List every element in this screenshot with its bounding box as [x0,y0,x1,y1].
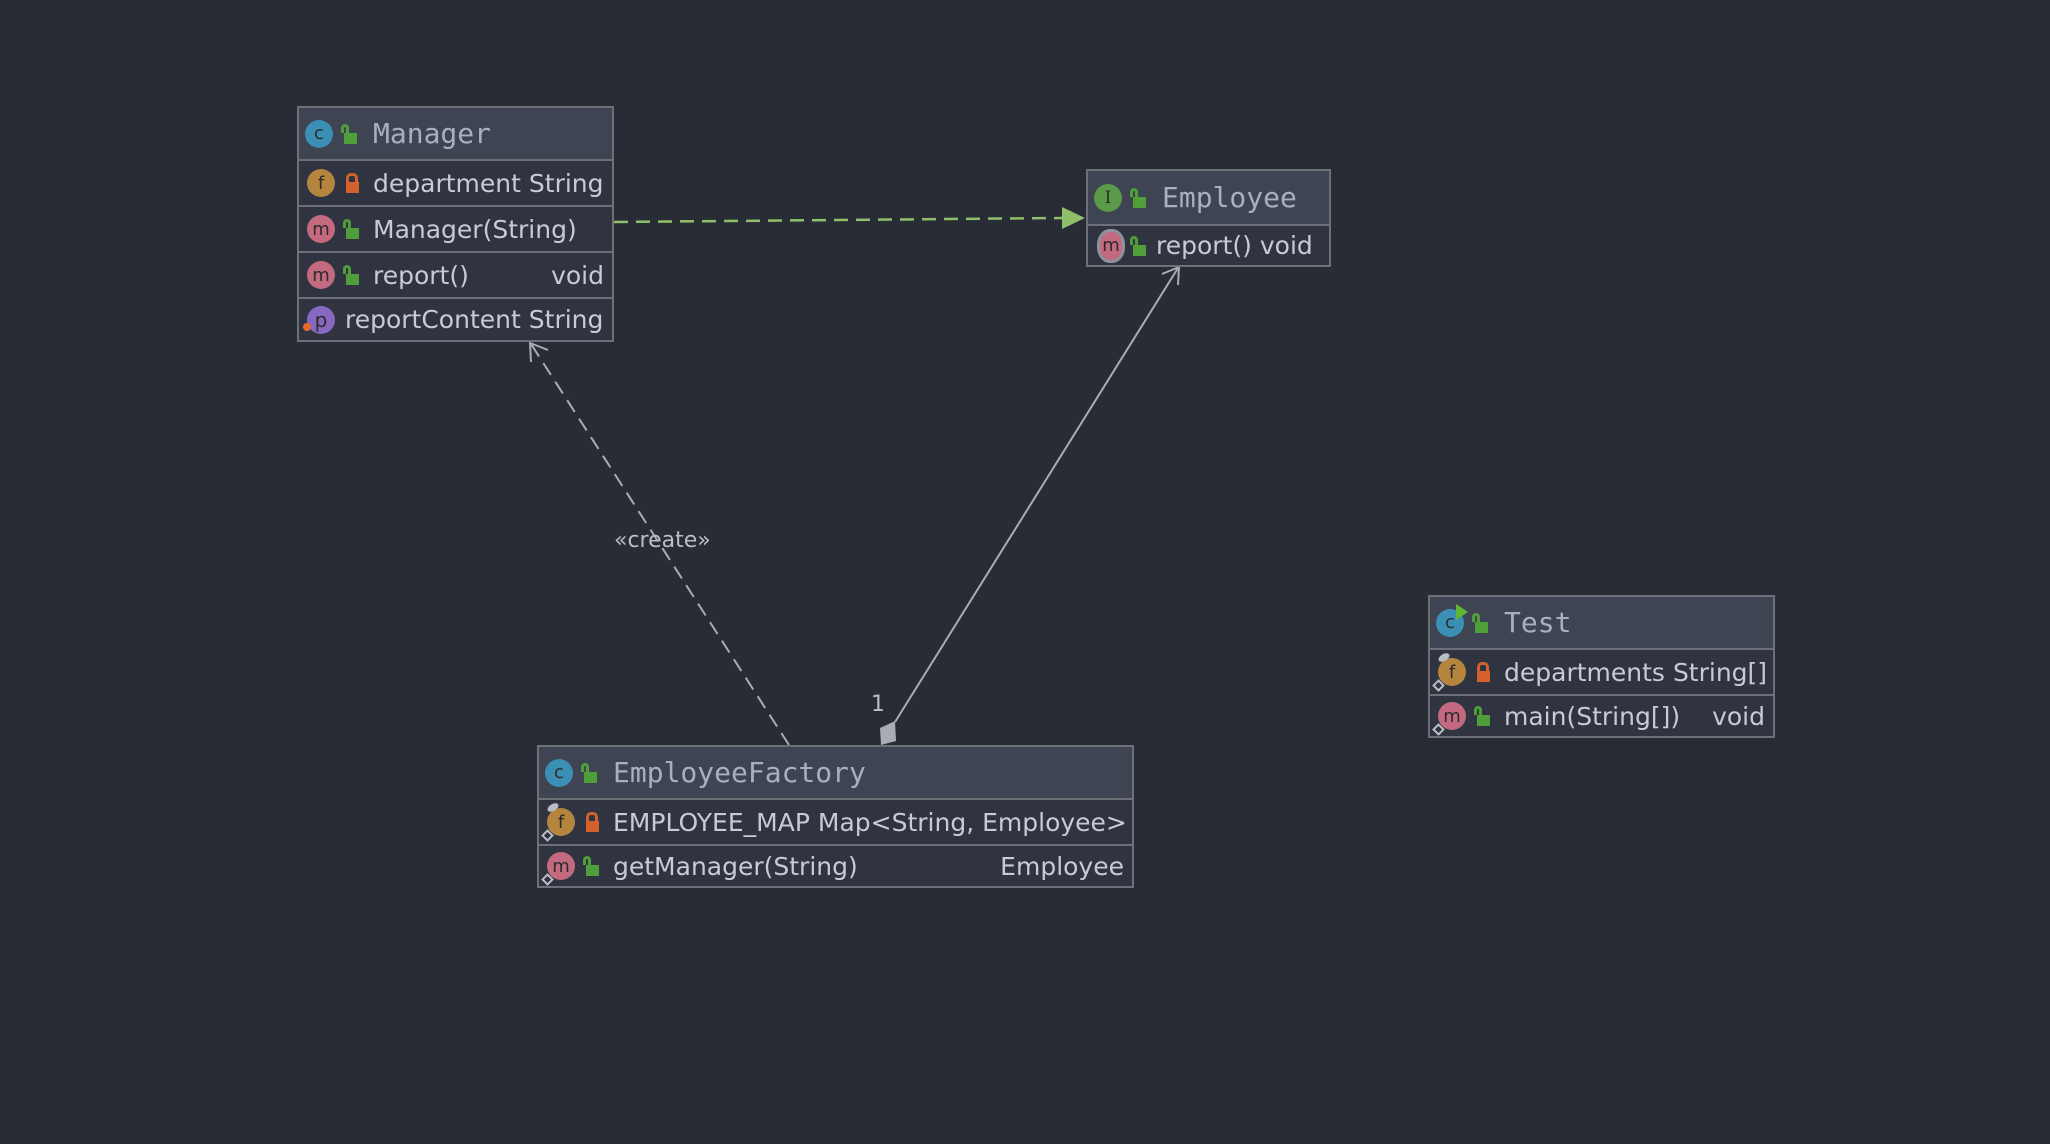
abstract-method-icon: m [1100,231,1122,260]
member-name: Manager(String) [373,214,577,244]
runnable-class-icon: c [1436,603,1468,637]
class-icon: c [545,758,573,787]
public-visibility-icon [1130,235,1148,256]
member-type: String[] [1672,657,1768,687]
member-row[interactable]: m report() void [1088,226,1329,265]
method-icon: m [307,261,335,289]
composition-edge-line[interactable] [894,267,1179,723]
realization-triangle-head [1062,207,1085,229]
member-type: String [528,305,604,334]
node-header[interactable]: c EmployeeFactory [539,747,1132,800]
public-visibility-icon [343,219,361,239]
composition-diamond [880,721,896,745]
class-name: Manager [373,117,492,150]
member-name: main(String[]) [1504,701,1681,731]
source-multiplicity-label: 1 [871,692,885,717]
private-visibility-icon [343,173,361,193]
class-icon: c [305,119,333,148]
member-name: getManager(String) [613,851,858,881]
member-name: report() [373,260,469,290]
member-name: departments [1504,657,1665,687]
member-row[interactable]: f departments String[] [1430,650,1773,696]
static-method-icon: m [1432,702,1466,736]
private-visibility-icon [583,812,601,832]
node-header[interactable]: c Test [1430,597,1773,650]
static-final-field-icon: f [541,801,575,842]
member-type: String [528,168,604,198]
interface-node-employee[interactable]: I Employee m report() void [1086,169,1331,267]
member-row[interactable]: m main(String[]) void [1430,696,1773,736]
method-icon: m [307,215,335,243]
private-visibility-icon [1474,662,1492,682]
class-node-test[interactable]: c Test f departments String[] m main(Str… [1428,595,1775,738]
member-name: EMPLOYEE_MAP [613,807,810,837]
node-header[interactable]: I Employee [1088,171,1329,226]
public-visibility-icon [1474,706,1492,726]
member-name: reportContent [345,305,521,334]
member-type: Map<String, Employee> [817,807,1127,837]
public-visibility-icon [581,762,599,783]
member-row[interactable]: f department String [299,161,612,207]
public-visibility-icon [341,123,359,144]
public-visibility-icon [1472,612,1490,633]
member-type: void [1712,701,1765,731]
field-icon: f [307,169,335,197]
create-stereotype-label: «create» [614,528,711,553]
static-final-field-icon: f [1432,651,1466,692]
member-row[interactable]: m getManager(String) Employee [539,846,1132,886]
class-name: EmployeeFactory [613,756,866,789]
class-node-manager[interactable]: c Manager f department String m Manager(… [297,106,614,342]
interface-icon: I [1094,183,1122,212]
member-type: void [551,260,604,290]
static-method-icon: m [541,852,575,886]
public-visibility-icon [583,856,601,876]
member-type: Employee [1000,851,1124,881]
member-name: report() [1156,231,1252,260]
member-type: void [1259,231,1313,260]
member-row[interactable]: p reportContent String [299,299,612,340]
public-visibility-icon [1130,187,1148,208]
member-row[interactable]: m Manager(String) [299,207,612,253]
realization-edge-line[interactable] [613,216,1064,224]
public-visibility-icon [343,265,361,285]
member-name: department [373,168,521,198]
class-node-employee-factory[interactable]: c EmployeeFactory f EMPLOYEE_MAP Map<Str… [537,745,1134,888]
class-name: Test [1504,606,1572,639]
property-icon: p [303,305,335,334]
member-row[interactable]: m report() void [299,253,612,299]
member-row[interactable]: f EMPLOYEE_MAP Map<String, Employee> [539,800,1132,846]
node-header[interactable]: c Manager [299,108,612,161]
interface-name: Employee [1162,181,1297,214]
